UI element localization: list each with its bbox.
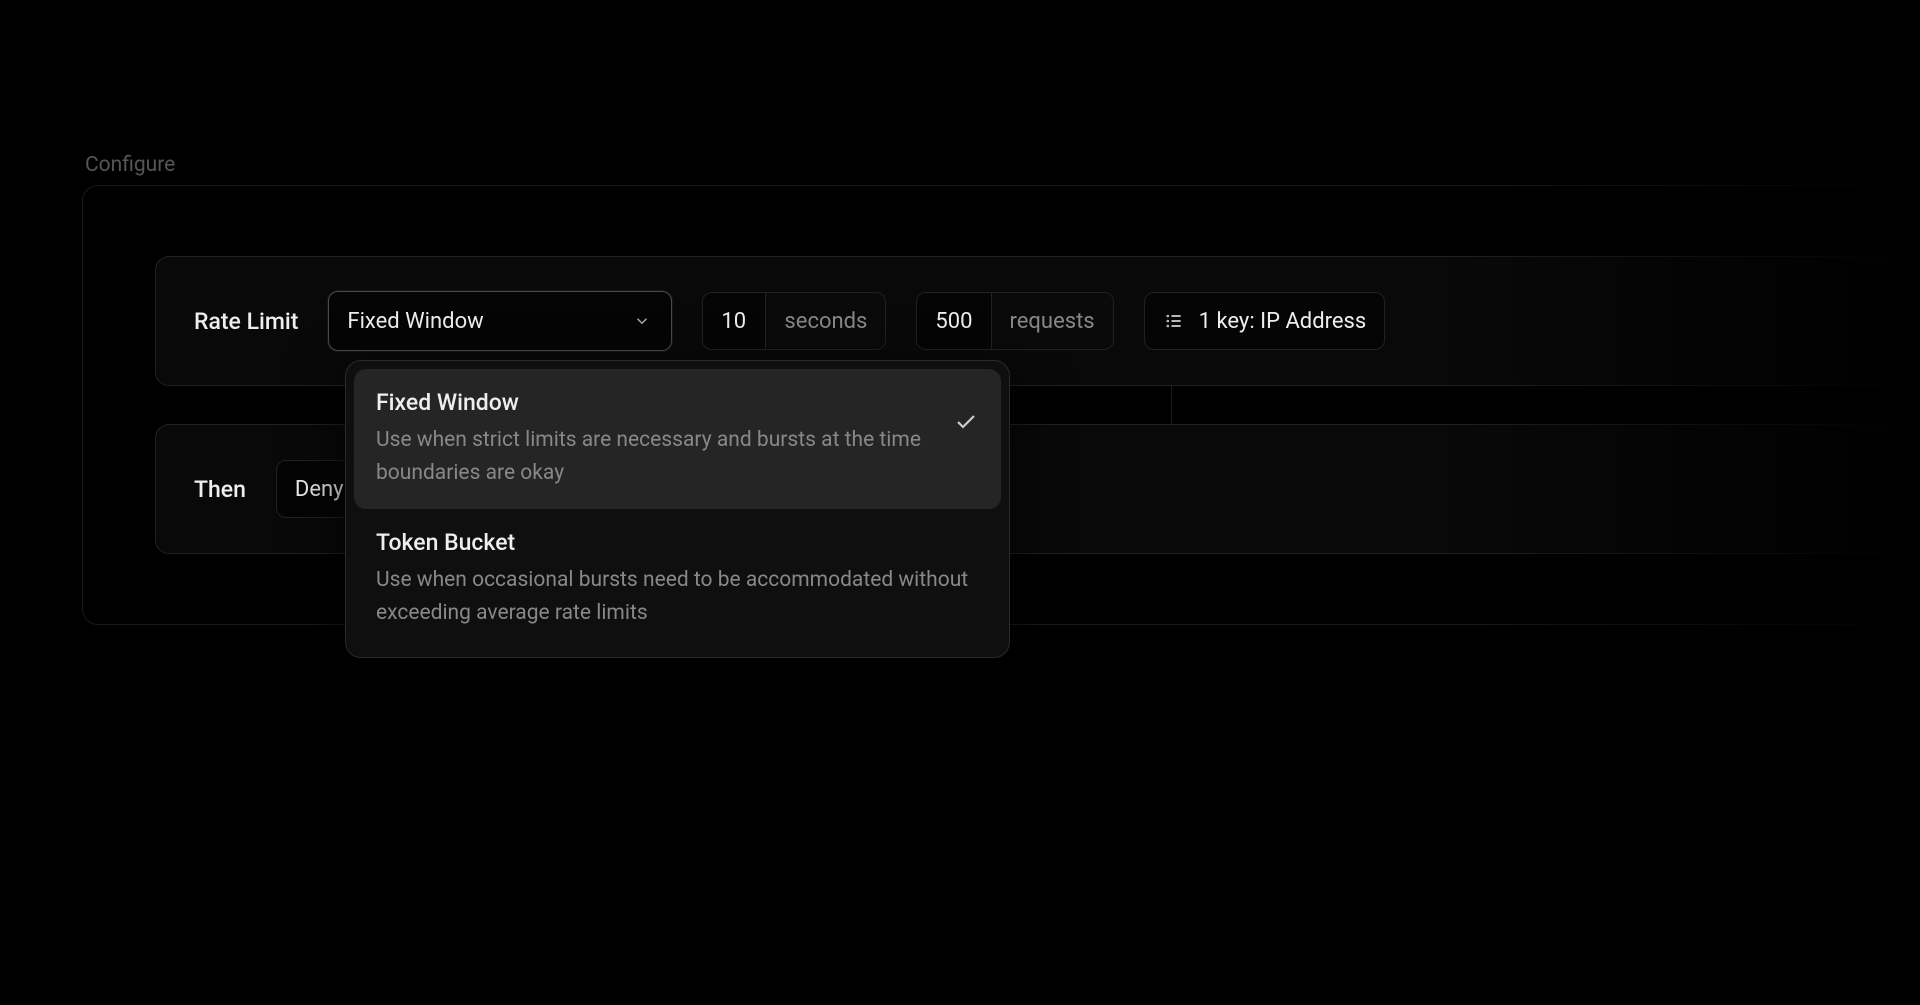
limit-value-input[interactable]: 500: [917, 293, 990, 349]
page-title: Configure: [85, 153, 175, 177]
key-label: 1 key: IP Address: [1199, 309, 1367, 334]
limit-unit: requests: [991, 293, 1113, 349]
rate-limit-label: Rate Limit: [194, 308, 298, 335]
key-selector[interactable]: 1 key: IP Address: [1144, 292, 1386, 350]
algorithm-dropdown[interactable]: Fixed Window: [328, 291, 672, 351]
limit-input-group: 500 requests: [916, 292, 1113, 350]
list-icon: [1163, 310, 1185, 332]
action-label: Then: [194, 476, 246, 503]
option-title: Fixed Window: [376, 389, 933, 416]
chevron-down-icon: [631, 310, 653, 332]
option-title: Token Bucket: [376, 529, 979, 556]
algorithm-selected-value: Fixed Window: [347, 309, 483, 334]
divider: [1171, 386, 1172, 424]
interval-value-input[interactable]: 10: [703, 293, 765, 349]
interval-unit: seconds: [765, 293, 885, 349]
check-icon: [953, 409, 979, 435]
option-token-bucket[interactable]: Token Bucket Use when occasional bursts …: [354, 509, 1001, 649]
algorithm-dropdown-menu: Fixed Window Use when strict limits are …: [345, 360, 1010, 658]
option-fixed-window[interactable]: Fixed Window Use when strict limits are …: [354, 369, 1001, 509]
option-description: Use when occasional bursts need to be ac…: [376, 564, 979, 629]
interval-input-group: 10 seconds: [702, 292, 886, 350]
option-description: Use when strict limits are necessary and…: [376, 424, 933, 489]
